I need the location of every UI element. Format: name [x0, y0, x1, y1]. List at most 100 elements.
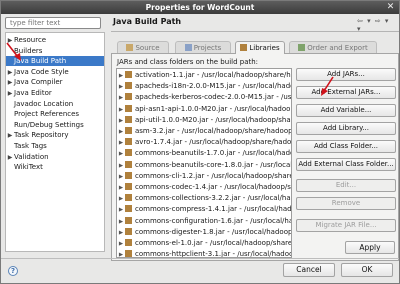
- tree-item[interactable]: ▶ Resource: [6, 35, 104, 45]
- ok-button[interactable]: OK: [341, 263, 393, 277]
- tree-item-label: Java Editor: [14, 89, 52, 97]
- tree-item[interactable]: Task Tags: [6, 141, 104, 151]
- list-item[interactable]: ▶ activation-1.1.jar - /usr/local/hadoop/…: [117, 70, 291, 81]
- tree-item-label: Java Code Style: [14, 67, 69, 76]
- jar-list[interactable]: ▶ activation-1.1.jar - /usr/local/hadoop/…: [116, 68, 292, 258]
- page-title: Java Build Path: [113, 17, 182, 26]
- expand-arrow-icon[interactable]: ▶: [6, 89, 14, 99]
- tree-item[interactable]: WikiText: [6, 162, 104, 172]
- jar-icon: [125, 216, 132, 224]
- jar-label: commons-el-1.0.jar - /usr/local/hadoop/s…: [135, 239, 292, 247]
- add-jars-button[interactable]: Add JARs...: [296, 68, 396, 81]
- add-variable-button[interactable]: Add Variable...: [296, 104, 396, 117]
- tree-item[interactable]: ▶ Java Code Style: [6, 67, 104, 77]
- tree-item-label: Validation: [14, 152, 49, 161]
- tree-item[interactable]: Java Build Path: [6, 56, 104, 67]
- jar-icon: [125, 115, 132, 123]
- list-item[interactable]: ▶ commons-cli-1.2.jar - /usr/local/hadoop…: [117, 171, 291, 182]
- tab-libraries[interactable]: Libraries: [235, 41, 285, 54]
- migrate-jar-button[interactable]: Migrate JAR File...: [296, 219, 396, 232]
- list-item[interactable]: ▶ avro-1.7.4.jar - /usr/local/hadoop/shar…: [117, 137, 291, 148]
- jar-icon: [125, 127, 132, 134]
- libraries-tab-panel: JARs and class folders on the build path…: [111, 53, 399, 261]
- list-item[interactable]: ▶ commons-codec-1.4.jar - /usr/local/hado…: [117, 182, 291, 193]
- list-item[interactable]: ▶ commons-configuration-1.6.jar - /usr/lo…: [117, 216, 291, 227]
- filter-field[interactable]: [5, 17, 101, 29]
- jar-icon: [125, 239, 132, 246]
- expand-arrow-icon[interactable]: ▶: [6, 131, 14, 141]
- list-item[interactable]: ▶ commons-digester-1.8.jar - /usr/local/h…: [117, 227, 292, 238]
- expand-arrow-icon[interactable]: ▶: [6, 153, 14, 163]
- jar-label: commons-configuration-1.6.jar - /usr/loc…: [135, 216, 291, 225]
- list-item[interactable]: ▶ commons-collections-3.2.2.jar - /usr/lo…: [117, 193, 291, 204]
- tree-item-label: Task Repository: [14, 131, 69, 140]
- jar-label: commons-beanutils-core-1.8.0.jar - /usr/…: [135, 160, 292, 169]
- jar-icon: [125, 104, 132, 112]
- remove-button[interactable]: Remove: [296, 197, 396, 210]
- tree-item[interactable]: ▶ Task Repository: [6, 130, 104, 140]
- list-item[interactable]: ▶ commons-beanutils-core-1.8.0.jar - /usr…: [117, 160, 292, 171]
- tab-projects[interactable]: Projects: [175, 41, 231, 53]
- tree-item-label: Java Compiler: [14, 78, 63, 87]
- tree-item[interactable]: ▶ Java Compiler: [6, 77, 104, 87]
- tree-item-label: Javadoc Location: [14, 99, 74, 108]
- jar-label: commons-digester-1.8.jar - /usr/local/ha…: [135, 227, 292, 236]
- jar-label: activation-1.1.jar - /usr/local/hadoop/s…: [135, 71, 291, 79]
- jar-icon: [125, 250, 132, 257]
- expand-arrow-icon[interactable]: ▶: [6, 78, 14, 88]
- list-item[interactable]: ▶ apacheds-kerberos-codec-2.0.0-M15.jar -…: [117, 92, 292, 103]
- jar-label: asm-3.2.jar - /usr/local/hadoop/share/ha…: [135, 127, 292, 135]
- jar-icon: [125, 205, 132, 213]
- jar-icon: [125, 138, 132, 146]
- jar-label: apacheds-i18n-2.0.0-M15.jar - /usr/local…: [135, 82, 291, 91]
- expand-arrow-icon[interactable]: ▶: [6, 36, 14, 46]
- jar-icon: [125, 171, 132, 179]
- list-item[interactable]: ▶ commons-beanutils-1.7.0.jar - /usr/loca…: [117, 148, 291, 159]
- history-nav-icons[interactable]: ⇦ ▾ ⇨ ▾ ▾: [357, 17, 397, 33]
- tree-item[interactable]: Project References: [6, 109, 104, 119]
- expand-arrow-icon[interactable]: ▶: [117, 250, 125, 257]
- tree-item[interactable]: Run/Debug Settings: [6, 120, 104, 130]
- list-item[interactable]: ▶ commons-httpclient-3.1.jar - /usr/local…: [117, 249, 291, 258]
- category-tree: ▶ Resource Builders Java Build Path ▶ Java Co…: [5, 32, 105, 252]
- jar-icon: [125, 227, 132, 235]
- tab-icon: [240, 44, 248, 51]
- tab-label: Projects: [193, 44, 222, 52]
- jar-label: commons-beanutils-1.7.0.jar - /usr/local…: [135, 149, 291, 158]
- list-item[interactable]: ▶ asm-3.2.jar - /usr/local/hadoop/share/h…: [117, 126, 292, 137]
- tree-item[interactable]: ▶ Validation: [6, 152, 104, 162]
- tab-order-and-export[interactable]: Order and Export: [289, 41, 377, 53]
- list-item[interactable]: ▶ api-asn1-api-1.0.0-M20.jar - /usr/local…: [117, 104, 291, 115]
- jar-label: commons-cli-1.2.jar - /usr/local/hadoop/…: [135, 171, 291, 180]
- filter-input[interactable]: [10, 18, 100, 28]
- cancel-button[interactable]: Cancel: [283, 263, 335, 277]
- tab-source[interactable]: Source: [117, 41, 169, 53]
- left-pane: ▶ResourceBuildersJava Build Path▶Java Co…: [3, 15, 106, 255]
- tree-item[interactable]: Javadoc Location: [6, 99, 104, 109]
- tree-item-label: Run/Debug Settings: [14, 120, 84, 129]
- jar-icon: [125, 71, 132, 78]
- tree-item-label: Java Build Path: [14, 57, 67, 66]
- jar-list-caption: JARs and class folders on the build path…: [117, 58, 259, 66]
- window-title: Properties for WordCount: [145, 3, 255, 12]
- jar-icon: [125, 149, 132, 157]
- apply-button[interactable]: Apply: [345, 241, 395, 254]
- jar-label: apacheds-kerberos-codec-2.0.0-M15.jar - …: [135, 93, 292, 102]
- jar-label: commons-httpclient-3.1.jar - /usr/local/…: [135, 250, 291, 258]
- add-external-class-folder-button[interactable]: Add External Class Folder...: [296, 158, 396, 171]
- list-item[interactable]: ▶ api-util-1.0.0-M20.jar - /usr/local/had…: [117, 115, 291, 126]
- expand-arrow-icon[interactable]: ▶: [6, 68, 14, 78]
- list-item[interactable]: ▶ commons-el-1.0.jar - /usr/local/hadoop/…: [117, 238, 292, 249]
- list-item[interactable]: ▶ apacheds-i18n-2.0.0-M15.jar - /usr/loca…: [117, 81, 291, 92]
- tree-item[interactable]: ▶ Java Editor: [6, 88, 104, 98]
- tree-item[interactable]: Builders: [6, 46, 104, 56]
- title-bar: Properties for WordCount ✕: [1, 1, 399, 14]
- close-icon[interactable]: ✕: [385, 2, 396, 13]
- tab-strip: Source Projects Libraries Order and Export: [113, 41, 397, 54]
- help-icon[interactable]: ?: [8, 266, 18, 276]
- list-item[interactable]: ▶ commons-compress-1.4.1.jar - /usr/local…: [117, 204, 291, 215]
- add-class-folder-button[interactable]: Add Class Folder...: [296, 140, 396, 153]
- add-library-button[interactable]: Add Library...: [296, 122, 396, 135]
- add-external-jars-button[interactable]: Add External JARs...: [296, 86, 396, 99]
- edit-button[interactable]: Edit...: [296, 179, 396, 192]
